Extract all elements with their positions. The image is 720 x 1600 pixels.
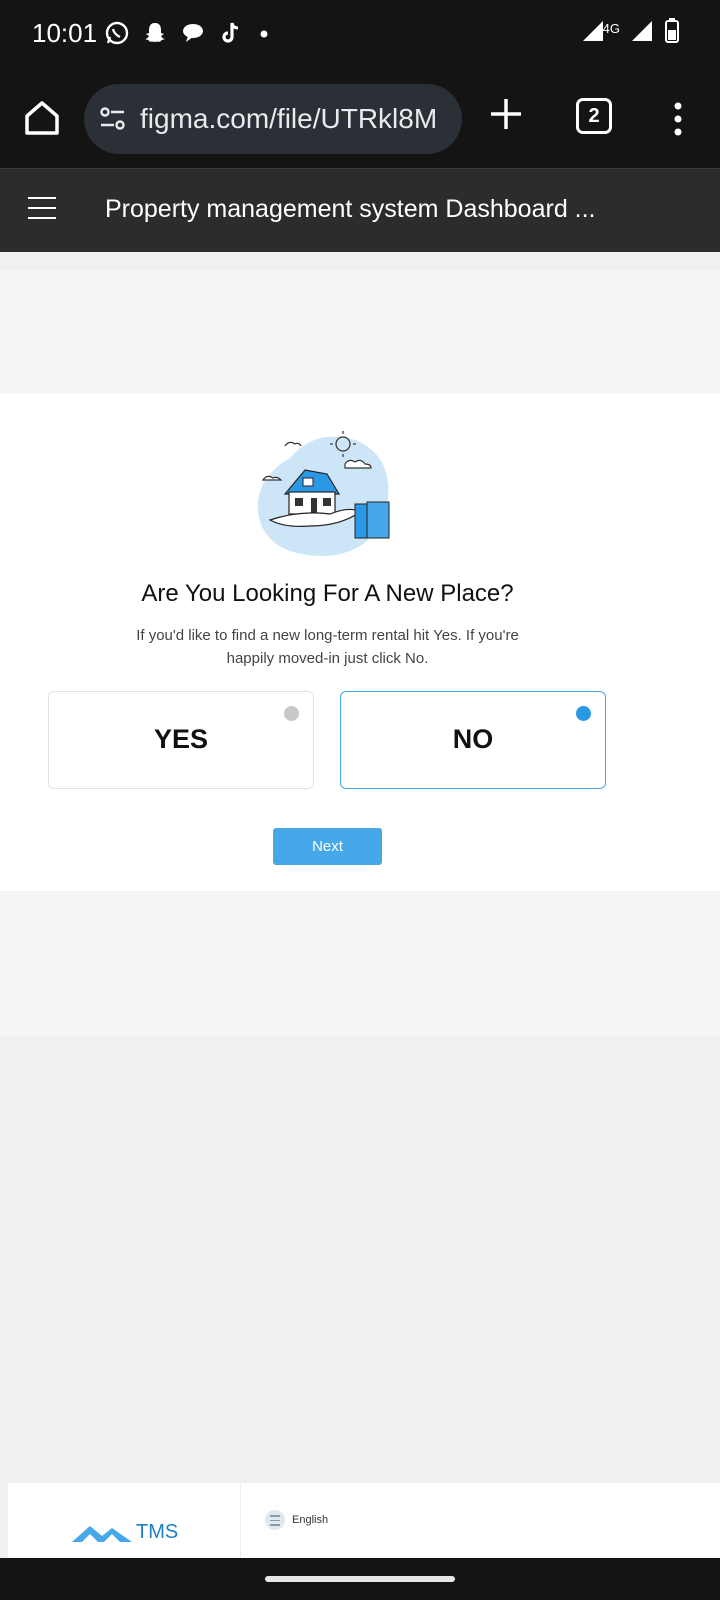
house-in-hand-illustration [255, 428, 405, 558]
status-bar: 10:01 4G [0, 0, 720, 72]
option-no-label: NO [452, 724, 494, 754]
system-icons: 4G [581, 18, 680, 49]
home-gesture-bar[interactable] [265, 1576, 455, 1582]
option-no-card[interactable]: NO [340, 691, 606, 789]
status-time: 10:01 [32, 18, 98, 48]
signal-icon [630, 19, 654, 48]
whatsapp-icon [104, 20, 130, 51]
network-type: 4G [602, 21, 620, 36]
radio-unselected-icon[interactable] [284, 706, 299, 721]
notification-icons [104, 20, 272, 51]
language-icon[interactable] [265, 1510, 285, 1530]
option-yes-label: YES [153, 724, 209, 754]
next-button[interactable]: Next [273, 828, 382, 865]
tms-logo-icon [72, 1524, 132, 1544]
tiktok-icon [218, 20, 244, 51]
hamburger-menu-icon[interactable] [28, 197, 56, 221]
figma-header: Property management system Dashboard ... [0, 168, 720, 252]
signal-icon [581, 19, 605, 48]
site-settings-icon[interactable] [98, 104, 128, 139]
new-tab-icon[interactable] [486, 94, 526, 134]
url-text: figma.com/file/UTRkl8M [140, 103, 438, 134]
option-yes-card[interactable]: YES [48, 691, 314, 789]
radio-selected-icon[interactable] [576, 706, 591, 721]
url-bar[interactable]: figma.com/file/UTRkl8M [84, 84, 462, 154]
frame-top-area [0, 270, 720, 394]
browser-toolbar: figma.com/file/UTRkl8M 2 [0, 72, 720, 168]
file-title: Property management system Dashboard ... [105, 195, 596, 223]
snapchat-icon [142, 20, 168, 51]
frame-bottom-area [0, 891, 720, 1036]
footer-divider [240, 1483, 241, 1558]
question-heading: Are You Looking For A New Place? [141, 580, 514, 607]
home-icon[interactable] [20, 96, 64, 140]
dot-icon [256, 20, 272, 51]
battery-icon [664, 18, 680, 49]
onboarding-card: Are You Looking For A New Place? If you'… [0, 394, 720, 891]
language-label[interactable]: English [292, 1514, 328, 1526]
question-description: If you'd like to find a new long-term re… [136, 627, 519, 667]
more-options-icon[interactable] [660, 96, 696, 144]
brand-name: TMS [136, 1521, 179, 1543]
tab-switcher-button[interactable]: 2 [576, 98, 612, 134]
chat-bubble-icon [180, 20, 206, 51]
design-footer-bar [8, 1483, 720, 1558]
